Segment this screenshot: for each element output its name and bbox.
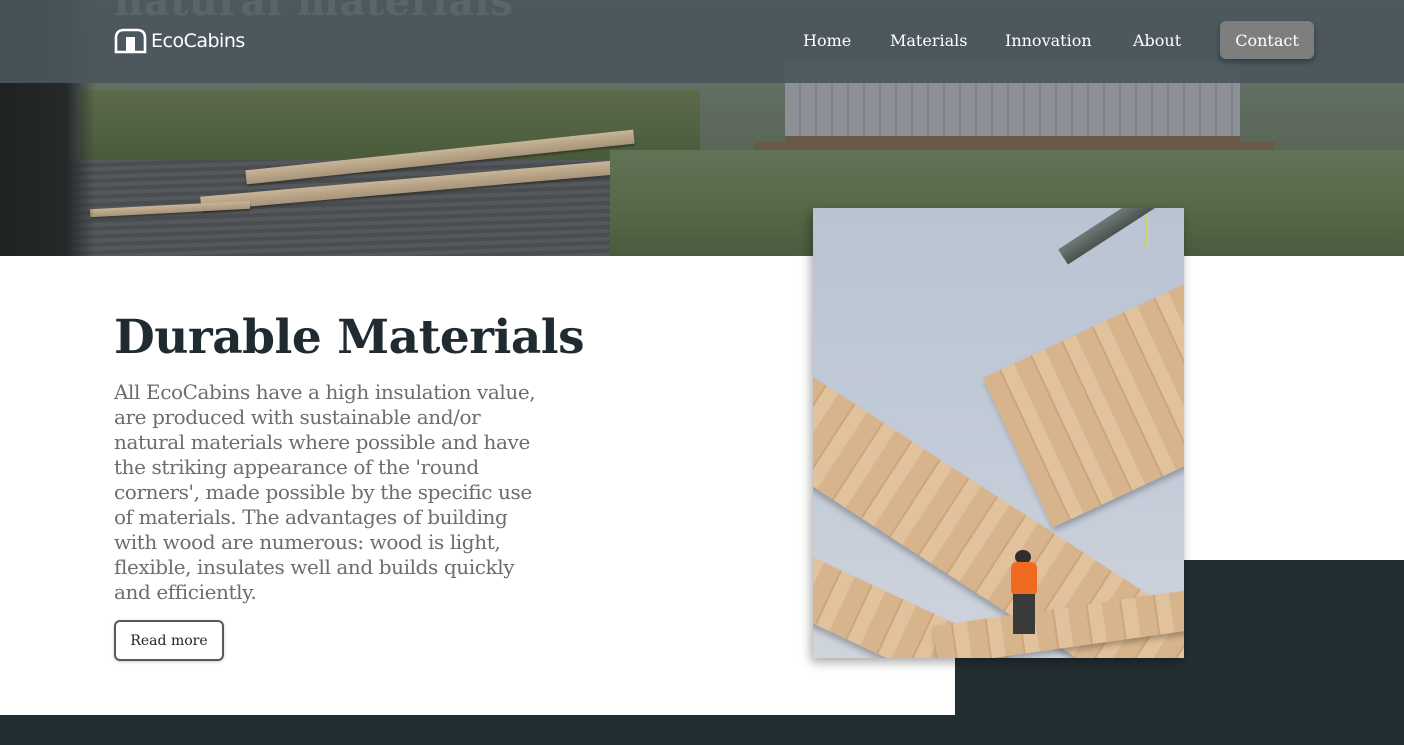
brand-logo[interactable]: EcoCabins [114, 28, 245, 54]
footer-band [0, 715, 1404, 745]
hero-heading-fragment: natural materials [114, 0, 514, 25]
worker-vest [1011, 562, 1037, 596]
brand-name: EcoCabins [151, 30, 245, 52]
crane-arm [1058, 208, 1184, 265]
nav-link-innovation[interactable]: Innovation [1005, 31, 1092, 50]
grass-area [80, 90, 700, 160]
nav-link-home[interactable]: Home [803, 31, 851, 50]
nav-link-about[interactable]: About [1133, 31, 1181, 50]
navbar: natural materials EcoCabins Home Materia… [0, 0, 1404, 83]
cabin-logo-icon [114, 28, 147, 54]
read-more-button[interactable]: Read more [114, 620, 224, 661]
contact-button[interactable]: Contact [1220, 21, 1314, 59]
construction-photo [813, 208, 1184, 658]
nav-link-materials[interactable]: Materials [890, 31, 967, 50]
section-body-text: All EcoCabins have a high insulation val… [114, 380, 536, 604]
crane-cable [1146, 208, 1148, 248]
section-title: Durable Materials [114, 310, 585, 365]
worker-legs [1013, 594, 1035, 634]
timber-beam [983, 242, 1184, 528]
